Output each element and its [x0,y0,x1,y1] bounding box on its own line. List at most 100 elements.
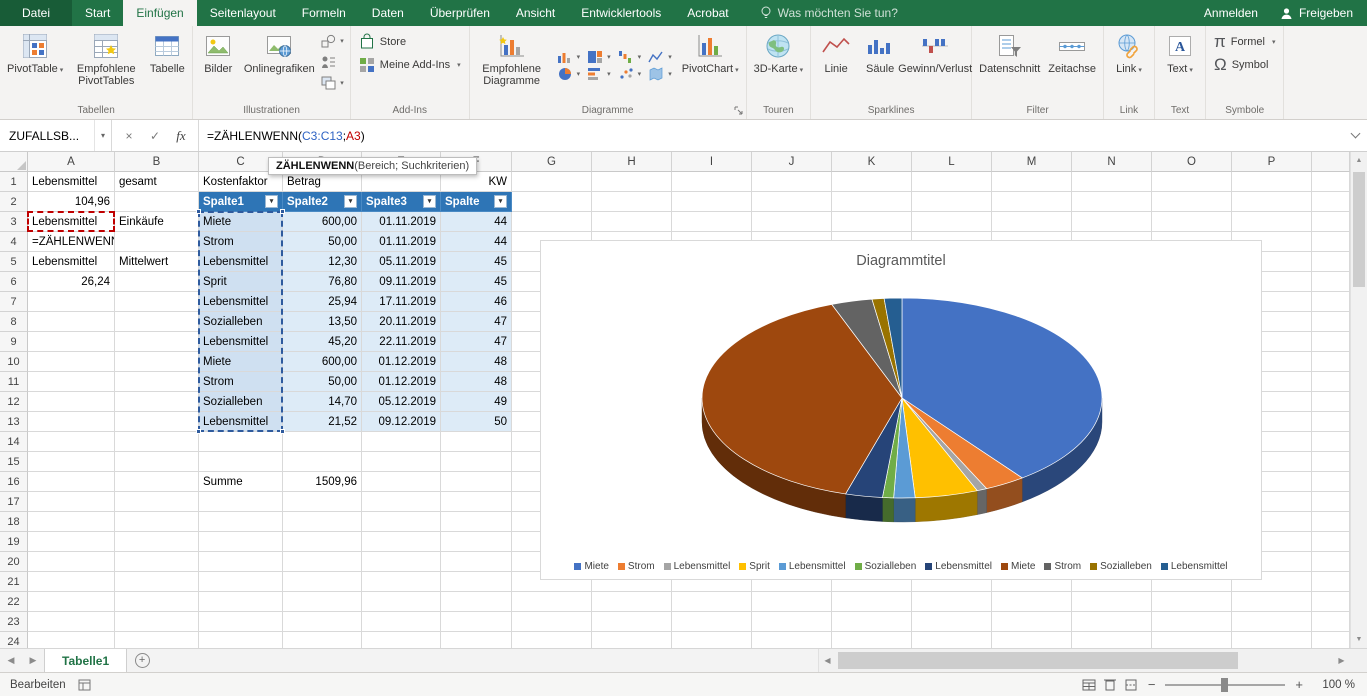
cell-D19[interactable] [283,532,362,552]
cell-F20[interactable] [441,552,512,572]
cell-B18[interactable] [115,512,199,532]
cell-M23[interactable] [992,612,1072,632]
column-chart-button[interactable]: ▾ [555,49,583,65]
cell-A19[interactable] [28,532,115,552]
column-header-L[interactable]: L [912,152,992,172]
column-header-H[interactable]: H [592,152,672,172]
cell-B1[interactable]: gesamt [115,172,199,192]
cell-F24[interactable] [441,632,512,648]
vertical-scrollbar[interactable]: ▲ ▼ [1350,152,1367,648]
cell-A5[interactable]: Lebensmittel [28,252,115,272]
cell-G23[interactable] [512,612,592,632]
cell-B11[interactable] [115,372,199,392]
cell-P22[interactable] [1232,592,1312,612]
cell-O1[interactable] [1152,172,1232,192]
cell-H2[interactable] [592,192,672,212]
cell-D1[interactable]: Betrag [283,172,362,192]
legend-item[interactable]: Lebensmittel [925,561,992,572]
sheet-tab-tabelle1[interactable]: Tabelle1 [44,649,127,672]
legend-item[interactable]: Sozialleben [1090,561,1152,572]
hscroll-right-icon[interactable]: ▶ [1333,649,1350,672]
cell-M24[interactable] [992,632,1072,648]
cell-E3[interactable]: 01.11.2019 [362,212,441,232]
cell-E8[interactable]: 20.11.2019 [362,312,441,332]
scroll-down-icon[interactable]: ▼ [1351,631,1367,648]
cell-C22[interactable] [199,592,283,612]
cell-F22[interactable] [441,592,512,612]
row-header-17[interactable]: 17 [0,492,28,512]
vertical-scroll-track[interactable] [1351,169,1367,631]
cell-J3[interactable] [752,212,832,232]
cell-overflow-1[interactable] [1312,172,1350,192]
cell-M2[interactable] [992,192,1072,212]
cell-L2[interactable] [912,192,992,212]
cell-L23[interactable] [912,612,992,632]
tab-formeln[interactable]: Formeln [289,0,359,26]
cell-B15[interactable] [115,452,199,472]
cell-F13[interactable]: 50 [441,412,512,432]
macro-record-icon[interactable] [78,679,91,691]
cell-A3[interactable]: Lebensmittel [28,212,115,232]
cell-E19[interactable] [362,532,441,552]
cell-B12[interactable] [115,392,199,412]
cell-A24[interactable] [28,632,115,648]
cell-B7[interactable] [115,292,199,312]
cell-F5[interactable]: 45 [441,252,512,272]
tab-entwicklertools[interactable]: Entwicklertools [568,0,674,26]
vertical-scroll-thumb[interactable] [1353,172,1365,287]
cell-I22[interactable] [672,592,752,612]
cell-D5[interactable]: 12,30 [283,252,362,272]
cell-E14[interactable] [362,432,441,452]
row-header-4[interactable]: 4 [0,232,28,252]
cell-A17[interactable] [28,492,115,512]
cell-E18[interactable] [362,512,441,532]
zoom-slider[interactable] [1165,684,1285,686]
cell-B5[interactable]: Mittelwert [115,252,199,272]
hscroll-left-icon[interactable]: ◀ [819,649,836,672]
legend-item[interactable]: Miete [1001,561,1035,572]
row-header-10[interactable]: 10 [0,352,28,372]
cell-I23[interactable] [672,612,752,632]
cell-N2[interactable] [1072,192,1152,212]
cell-C4[interactable]: Strom [199,232,283,252]
cell-F6[interactable]: 45 [441,272,512,292]
store-button[interactable]: Store [354,31,466,52]
formula-input[interactable]: =ZÄHLENWENN(C3:C13;A3) [199,120,1343,151]
cell-E6[interactable]: 09.11.2019 [362,272,441,292]
cell-D7[interactable]: 25,94 [283,292,362,312]
pictures-button[interactable]: Bilder [196,27,240,104]
insert-function-button[interactable]: fx [168,128,194,144]
column-header-N[interactable]: N [1072,152,1152,172]
cell-D20[interactable] [283,552,362,572]
cell-overflow-2[interactable] [1312,192,1350,212]
cell-E7[interactable]: 17.11.2019 [362,292,441,312]
cell-C23[interactable] [199,612,283,632]
cell-F14[interactable] [441,432,512,452]
pivotchart-button[interactable]: PivotChart▾ [678,27,743,104]
cell-F12[interactable]: 49 [441,392,512,412]
row-header-15[interactable]: 15 [0,452,28,472]
cell-D9[interactable]: 45,20 [283,332,362,352]
cell-A11[interactable] [28,372,115,392]
cell-C17[interactable] [199,492,283,512]
cell-overflow-4[interactable] [1312,232,1350,252]
row-header-6[interactable]: 6 [0,272,28,292]
row-header-5[interactable]: 5 [0,252,28,272]
cell-D13[interactable]: 21,52 [283,412,362,432]
cell-E11[interactable]: 01.12.2019 [362,372,441,392]
cell-E12[interactable]: 05.12.2019 [362,392,441,412]
name-box-dropdown-icon[interactable]: ▾ [94,120,111,151]
row-header-12[interactable]: 12 [0,392,28,412]
add-sheet-button[interactable]: + [127,649,157,672]
cell-I1[interactable] [672,172,752,192]
cell-D10[interactable]: 600,00 [283,352,362,372]
cell-overflow-15[interactable] [1312,452,1350,472]
cell-J23[interactable] [752,612,832,632]
hierarchy-chart-button[interactable]: ▾ [585,49,613,65]
zoom-slider-thumb[interactable] [1221,678,1228,692]
normal-view-icon[interactable] [1082,679,1096,691]
select-all-corner[interactable] [0,152,28,172]
row-header-23[interactable]: 23 [0,612,28,632]
row-header-11[interactable]: 11 [0,372,28,392]
map-chart-button[interactable]: ▾ [646,66,674,82]
